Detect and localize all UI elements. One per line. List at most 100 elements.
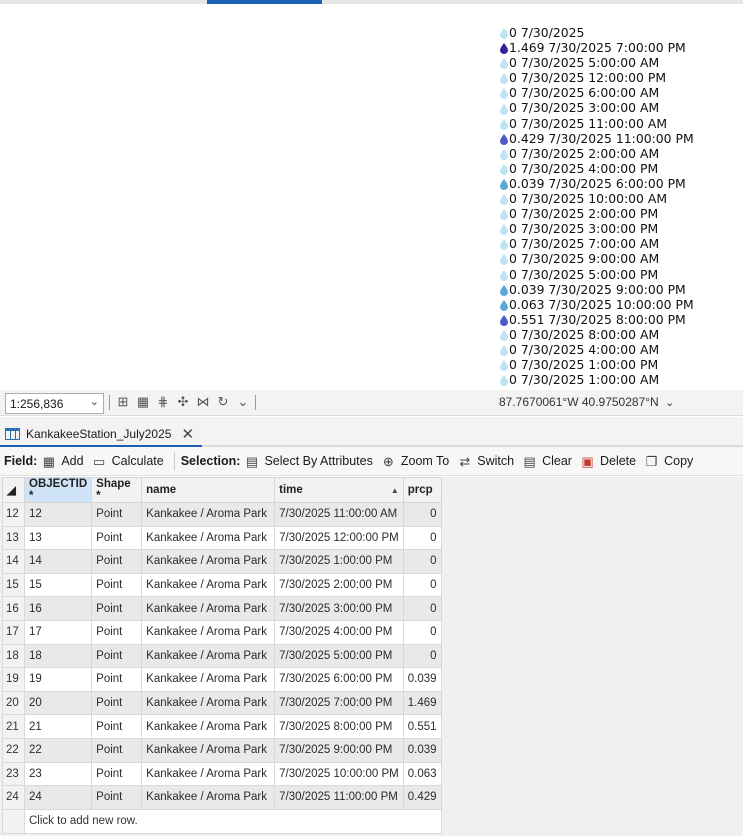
- row-number-cell[interactable]: 12: [2, 502, 25, 527]
- add-grid-icon[interactable]: ⊞: [115, 394, 131, 410]
- time-cell[interactable]: 7/30/2025 3:00:00 PM: [274, 596, 404, 621]
- raindrop-icon[interactable]: [500, 148, 508, 160]
- objectid-cell[interactable]: 15: [23, 572, 93, 598]
- prcp-cell[interactable]: 0.551: [402, 714, 442, 739]
- name-cell[interactable]: Kankakee / Aroma Park: [141, 549, 276, 574]
- raindrop-icon[interactable]: [500, 163, 508, 175]
- objectid-cell[interactable]: 20: [23, 690, 93, 716]
- shape-cell[interactable]: Point: [91, 525, 143, 551]
- clear-selection-button[interactable]: ▤ Clear: [522, 454, 572, 469]
- select-all-corner[interactable]: ◢: [2, 477, 25, 503]
- table-row[interactable]: 12 12 Point Kankakee / Aroma Park 7/30/2025 …: [2, 502, 442, 527]
- table-row[interactable]: 18 18 Point Kankakee / Aroma Park 7/30/2025 …: [2, 643, 442, 669]
- column-header-time[interactable]: time ▲: [274, 477, 404, 503]
- prcp-cell[interactable]: 0: [402, 596, 442, 621]
- time-cell[interactable]: 7/30/2025 9:00:00 PM: [274, 737, 404, 763]
- objectid-cell[interactable]: 22: [23, 737, 93, 763]
- name-cell[interactable]: Kankakee / Aroma Park: [141, 714, 276, 739]
- time-cell[interactable]: 7/30/2025 11:00:00 AM: [274, 502, 404, 527]
- objectid-cell[interactable]: 13: [23, 525, 93, 551]
- time-cell[interactable]: 7/30/2025 7:00:00 PM: [274, 690, 404, 716]
- time-cell[interactable]: 7/30/2025 11:00:00 PM: [274, 785, 404, 810]
- time-cell[interactable]: 7/30/2025 10:00:00 PM: [274, 761, 404, 787]
- snapping-icon[interactable]: ⋕: [155, 394, 171, 410]
- name-cell[interactable]: Kankakee / Aroma Park: [141, 785, 276, 810]
- prcp-cell[interactable]: 0: [402, 502, 442, 527]
- column-header-name[interactable]: name: [141, 477, 276, 503]
- row-number-cell[interactable]: 17: [2, 619, 25, 645]
- objectid-cell[interactable]: 16: [23, 596, 93, 621]
- name-cell[interactable]: Kankakee / Aroma Park: [141, 502, 276, 527]
- raindrop-icon[interactable]: [500, 314, 508, 326]
- raindrop-icon[interactable]: [500, 193, 508, 206]
- prcp-cell[interactable]: 0.039: [402, 737, 442, 763]
- time-cell[interactable]: 7/30/2025 5:00:00 PM: [274, 643, 404, 669]
- raindrop-icon[interactable]: [500, 253, 508, 266]
- table-row[interactable]: 21 21 Point Kankakee / Aroma Park 7/30/2025 …: [2, 714, 442, 739]
- time-cell[interactable]: 7/30/2025 12:00:00 PM: [274, 525, 404, 551]
- shape-cell[interactable]: Point: [91, 643, 143, 669]
- raindrop-icon[interactable]: [500, 118, 508, 130]
- raindrop-icon[interactable]: [500, 299, 508, 311]
- navigation-icon[interactable]: ⋈: [195, 394, 211, 410]
- objectid-cell[interactable]: 12: [23, 502, 93, 527]
- raindrop-icon[interactable]: [500, 223, 508, 236]
- raindrop-icon[interactable]: [500, 284, 508, 296]
- table-row[interactable]: 19 19 Point Kankakee / Aroma Park 7/30/2025 …: [2, 667, 442, 692]
- table-row[interactable]: 23 23 Point Kankakee / Aroma Park 7/30/2025 …: [2, 761, 442, 787]
- objectid-cell[interactable]: 21: [23, 714, 93, 739]
- raindrop-icon[interactable]: [500, 359, 508, 372]
- chevron-down-icon[interactable]: ⌄: [235, 394, 251, 410]
- row-number-cell[interactable]: 24: [2, 785, 25, 810]
- name-cell[interactable]: Kankakee / Aroma Park: [141, 596, 276, 621]
- column-header-shape[interactable]: Shape *: [91, 477, 143, 503]
- map-view[interactable]: 0 7/30/2025 1.469 7/30/2025 7:00:00 PM 0 7…: [0, 4, 743, 390]
- switch-selection-button[interactable]: ⇄ Switch: [457, 454, 514, 469]
- copy-button[interactable]: ❐ Copy: [644, 454, 694, 469]
- prcp-cell[interactable]: 0: [402, 643, 442, 669]
- shape-cell[interactable]: Point: [91, 549, 143, 574]
- raindrop-icon[interactable]: [500, 374, 508, 387]
- name-cell[interactable]: Kankakee / Aroma Park: [141, 643, 276, 669]
- attribute-table-tab[interactable]: KankakeeStation_July2025 ✕: [0, 422, 203, 447]
- raindrop-icon[interactable]: [500, 238, 508, 251]
- prcp-cell[interactable]: 0: [402, 619, 442, 645]
- constraint-icon[interactable]: ✣: [175, 394, 191, 410]
- prcp-cell[interactable]: 1.469: [402, 690, 442, 716]
- coordinate-readout[interactable]: 87.7670061°W 40.9750287°N ⌄: [499, 395, 674, 409]
- shape-cell[interactable]: Point: [91, 737, 143, 763]
- time-cell[interactable]: 7/30/2025 8:00:00 PM: [274, 714, 404, 739]
- delete-button[interactable]: ▣ Delete: [580, 454, 636, 469]
- time-cell[interactable]: 7/30/2025 2:00:00 PM: [274, 572, 404, 598]
- shape-cell[interactable]: Point: [91, 596, 143, 621]
- row-number-cell[interactable]: 22: [2, 737, 25, 763]
- shape-cell[interactable]: Point: [91, 667, 143, 692]
- name-cell[interactable]: Kankakee / Aroma Park: [141, 572, 276, 598]
- table-row[interactable]: 22 22 Point Kankakee / Aroma Park 7/30/2025 …: [2, 737, 442, 763]
- raindrop-icon[interactable]: [500, 103, 508, 115]
- column-header-prcp[interactable]: prcp: [402, 477, 442, 503]
- table-row[interactable]: 17 17 Point Kankakee / Aroma Park 7/30/2025 …: [2, 619, 442, 645]
- row-number-cell[interactable]: 16: [2, 596, 25, 621]
- name-cell[interactable]: Kankakee / Aroma Park: [141, 761, 276, 787]
- raindrop-icon[interactable]: [500, 57, 508, 70]
- objectid-cell[interactable]: 18: [23, 643, 93, 669]
- time-cell[interactable]: 7/30/2025 6:00:00 PM: [274, 667, 404, 692]
- objectid-cell[interactable]: 17: [23, 619, 93, 645]
- shape-cell[interactable]: Point: [91, 572, 143, 598]
- raindrop-icon[interactable]: [500, 344, 508, 357]
- grid-icon[interactable]: ▦: [135, 394, 151, 410]
- row-number-cell[interactable]: 13: [2, 525, 25, 551]
- raindrop-icon[interactable]: [500, 27, 508, 40]
- raindrop-icon[interactable]: [500, 87, 508, 100]
- prcp-cell[interactable]: 0.063: [402, 761, 442, 787]
- table-row[interactable]: 24 24 Point Kankakee / Aroma Park 7/30/2025 …: [2, 785, 442, 810]
- objectid-cell[interactable]: 23: [23, 761, 93, 787]
- name-cell[interactable]: Kankakee / Aroma Park: [141, 525, 276, 551]
- name-cell[interactable]: Kankakee / Aroma Park: [141, 690, 276, 716]
- raindrop-icon[interactable]: [500, 329, 508, 341]
- raindrop-icon[interactable]: [500, 269, 508, 281]
- row-number-cell[interactable]: 18: [2, 643, 25, 669]
- shape-cell[interactable]: Point: [91, 690, 143, 716]
- calculate-field-button[interactable]: ▭ Calculate: [92, 454, 164, 469]
